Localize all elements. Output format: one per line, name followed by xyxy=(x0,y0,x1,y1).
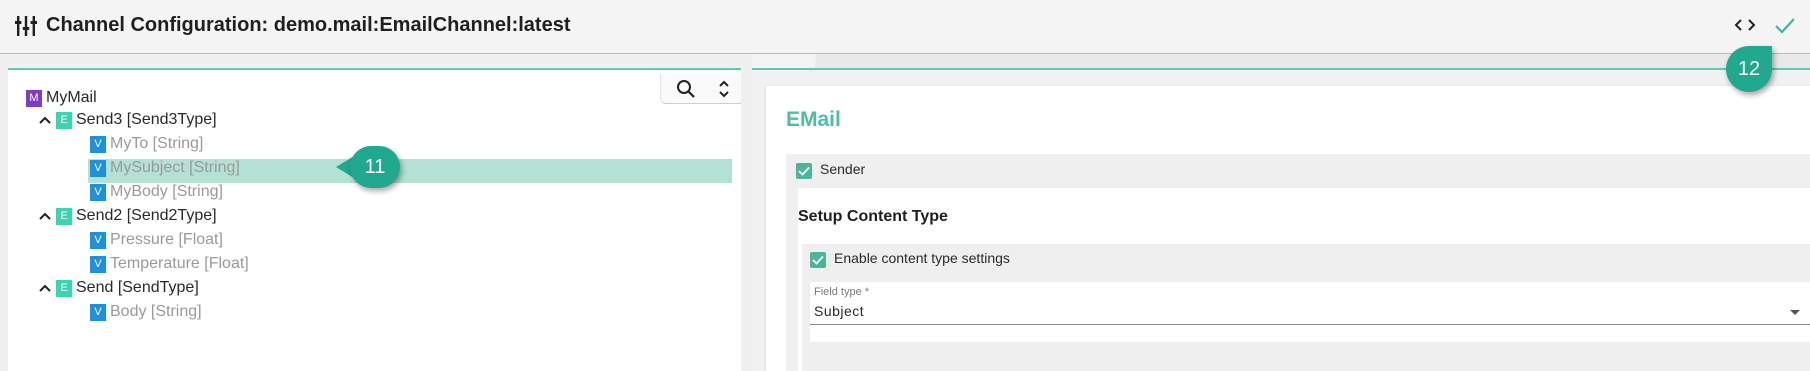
tree-node-label: MyTo [String] xyxy=(110,135,204,152)
schema-tree-panel: M MyMail E Send3 [Send3Type] V MyTo [Str… xyxy=(8,68,741,371)
channel-configuration-page: Channel Configuration: demo.mail:EmailCh… xyxy=(0,0,1810,371)
tree-node-send3[interactable]: E Send3 [Send3Type] xyxy=(38,108,217,132)
checkmark-icon xyxy=(798,166,810,176)
equalizer-icon xyxy=(15,16,37,36)
checkmark-icon xyxy=(1775,18,1795,34)
variable-badge: V xyxy=(90,183,106,201)
enable-content-type-checkbox[interactable] xyxy=(810,252,826,268)
tree-node-mysubject[interactable]: V MySubject [String] xyxy=(90,156,240,180)
setup-content-type-card: Setup Content Type Enable content type s… xyxy=(798,188,1810,371)
tree-node-label: Send [SendType] xyxy=(76,279,199,296)
variable-badge: V xyxy=(90,231,106,249)
event-badge: E xyxy=(56,207,72,225)
setup-content-type-title: Setup Content Type xyxy=(798,208,948,225)
field-type-value: Subject xyxy=(814,303,865,319)
field-underline xyxy=(810,324,1810,325)
view-code-button[interactable] xyxy=(1730,12,1760,38)
tree-toolbar xyxy=(660,74,741,104)
tree-node-label: MyBody [String] xyxy=(110,183,223,200)
content-type-settings: Enable content type settings Field type … xyxy=(802,244,1810,371)
dropdown-caret-icon[interactable] xyxy=(1790,310,1800,315)
tree-node-label: Send2 [Send2Type] xyxy=(76,207,217,224)
chevron-up-icon[interactable] xyxy=(38,281,52,295)
page-title: Channel Configuration: demo.mail:EmailCh… xyxy=(46,14,571,36)
detail-panel: EMail Sender Setup Content Type Enable c… xyxy=(752,68,1810,371)
step-callout-11: 11 xyxy=(350,146,400,188)
tree-node-body[interactable]: V Body [String] xyxy=(90,300,202,324)
search-icon[interactable] xyxy=(675,78,697,100)
tree-node-pressure[interactable]: V Pressure [Float] xyxy=(90,228,223,252)
tree-node-send2[interactable]: E Send2 [Send2Type] xyxy=(38,204,217,228)
variable-badge: V xyxy=(90,303,106,321)
confirm-button[interactable] xyxy=(1770,10,1800,40)
enable-content-type-label: Enable content type settings xyxy=(834,250,1010,266)
tree-node-label: MyMail xyxy=(46,89,97,106)
event-badge: E xyxy=(56,111,72,129)
field-type-select[interactable]: Field type * Subject xyxy=(810,282,1810,342)
tree-node-myto[interactable]: V MyTo [String] xyxy=(90,132,203,156)
code-brackets-icon xyxy=(1734,19,1756,31)
step-callout-12: 12 xyxy=(1726,46,1772,92)
message-badge: M xyxy=(26,89,42,107)
variable-badge: V xyxy=(90,135,106,153)
checkmark-icon xyxy=(812,255,824,265)
sender-checkbox[interactable] xyxy=(796,163,812,179)
chevron-up-icon[interactable] xyxy=(38,209,52,223)
page-header: Channel Configuration: demo.mail:EmailCh… xyxy=(0,0,1810,54)
field-type-label: Field type * xyxy=(814,286,870,298)
event-badge: E xyxy=(56,279,72,297)
sender-checkbox-label: Sender xyxy=(820,161,866,177)
variable-badge: V xyxy=(90,159,106,177)
tree-node-label: Body [String] xyxy=(110,303,202,320)
detail-card: EMail Sender Setup Content Type Enable c… xyxy=(766,86,1810,371)
section-title: EMail xyxy=(786,108,841,131)
tree-node-label: Temperature [Float] xyxy=(110,255,249,272)
chevron-up-icon[interactable] xyxy=(38,113,52,127)
sender-section: Sender Setup Content Type Enable content… xyxy=(786,154,1810,371)
tree-node-label: MySubject [String] xyxy=(110,159,240,176)
tree-node-label: Send3 [Send3Type] xyxy=(76,111,217,128)
tree-node-mymail[interactable]: M MyMail xyxy=(26,86,97,110)
tree-node-mybody[interactable]: V MyBody [String] xyxy=(90,180,223,204)
tree-node-label: Pressure [Float] xyxy=(110,231,223,248)
tree-node-send[interactable]: E Send [SendType] xyxy=(38,276,199,300)
variable-badge: V xyxy=(90,255,106,273)
expand-collapse-icon[interactable] xyxy=(715,78,733,100)
tree-node-temperature[interactable]: V Temperature [Float] xyxy=(90,252,249,276)
